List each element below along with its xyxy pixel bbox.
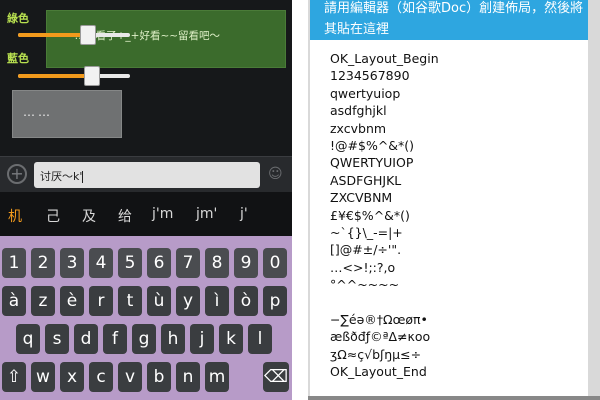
chat-bubble-gray: ……	[12, 90, 122, 138]
layout-line: zxcvbnm	[330, 120, 387, 136]
key[interactable]: l	[248, 324, 272, 354]
key[interactable]: w	[31, 362, 55, 392]
keyboard-row-numbers: 1 2 3 4 5 6 7 8 9 0	[0, 248, 292, 280]
candidate-item[interactable]: 机	[8, 206, 22, 226]
key[interactable]: c	[89, 362, 113, 392]
key[interactable]: k	[219, 324, 243, 354]
keyboard-row-4: ⇧ w x c v b n m ⌫	[0, 362, 292, 394]
layout-line: qwertyuiop	[330, 85, 401, 101]
dialog-title: 請用編輯器（如谷歌Doc）創建佈局，然後將其貼在這裡	[324, 1, 584, 37]
layout-line: QWERTYUIOP	[330, 155, 414, 171]
candidate-item[interactable]: 及	[82, 206, 96, 226]
candidate-item[interactable]: j'	[240, 206, 248, 222]
key[interactable]: 7	[176, 248, 200, 278]
key[interactable]: à	[2, 286, 26, 316]
layout-line: 1234567890	[330, 68, 410, 84]
add-icon[interactable]: +	[7, 164, 27, 184]
key[interactable]: f	[103, 324, 127, 354]
layout-line: ASDFGHJKL	[330, 172, 402, 188]
slider-label-blue: 藍色	[7, 52, 29, 65]
keyboard-row-2: à z è r t ù y ì ò p	[0, 286, 292, 318]
key[interactable]: è	[60, 286, 84, 316]
key[interactable]: b	[147, 362, 171, 392]
candidate-item[interactable]: j'm	[152, 206, 173, 222]
layout-line: OK_Layout_Begin	[330, 51, 439, 66]
key[interactable]: p	[263, 286, 287, 316]
dialog-header: 請用編輯器（如谷歌Doc）創建佈局，然後將其貼在這裡	[310, 0, 588, 40]
chat-bubble-gray-text: ……	[23, 105, 53, 119]
message-input[interactable]: 讨厌～k'	[34, 162, 260, 188]
green-slider-fill	[18, 33, 88, 37]
green-slider[interactable]	[18, 25, 130, 45]
message-input-bar: + 讨厌～k' ☺	[0, 156, 292, 192]
blue-slider[interactable]	[18, 66, 130, 86]
layout-line: !@#$%^&*()	[330, 138, 415, 154]
screenshot-divider	[292, 0, 308, 400]
key[interactable]: j	[190, 324, 214, 354]
key[interactable]: 2	[31, 248, 55, 278]
key[interactable]: 4	[89, 248, 113, 278]
key[interactable]: 1	[2, 248, 26, 278]
candidate-item[interactable]: 己	[46, 206, 60, 226]
layout-line: ~`{}\_-=|+	[330, 225, 403, 241]
message-input-text: 讨厌～k'	[40, 170, 83, 183]
slider-label-green: 綠色	[7, 12, 29, 25]
layout-line: ʒΩ≈ç√bʃŋµ≤÷	[330, 346, 422, 362]
key[interactable]: ì	[205, 286, 229, 316]
key[interactable]: 8	[205, 248, 229, 278]
shift-key[interactable]: ⇧	[2, 362, 26, 392]
key[interactable]: 0	[263, 248, 287, 278]
key[interactable]: q	[16, 324, 40, 354]
key[interactable]: r	[89, 286, 113, 316]
layout-lines: OK_Layout_Begin 1234567890 qwertyuiop asdfg…	[330, 50, 439, 381]
blue-slider-thumb[interactable]	[84, 66, 100, 86]
layout-line: æßðđƒ©ªΔ≠κoo	[330, 329, 431, 345]
key[interactable]: t	[118, 286, 142, 316]
key[interactable]: ù	[147, 286, 171, 316]
key[interactable]: h	[161, 324, 185, 354]
layout-line: ZXCVBNM	[330, 190, 393, 206]
key[interactable]: s	[45, 324, 69, 354]
layout-text-area[interactable]: OK_Layout_Begin 1234567890 qwertyuiop asdfg…	[310, 40, 588, 400]
emoji-icon[interactable]: ☺	[268, 166, 283, 182]
key[interactable]: x	[60, 362, 84, 392]
layout-line: °^^~~~~	[330, 277, 400, 293]
chat-area: ~~…好看了+_+好看~~留看吧～ 綠色 藍色 ……	[0, 0, 292, 156]
key[interactable]: ò	[234, 286, 258, 316]
key[interactable]: y	[176, 286, 200, 316]
layout-line: OK_Layout_End	[330, 364, 427, 380]
key[interactable]: 6	[147, 248, 171, 278]
key[interactable]: z	[31, 286, 55, 316]
layout-line: asdfghjkl	[330, 103, 387, 119]
layout-line: …<>!;:?,o	[330, 259, 396, 275]
layout-line: −∑éə®†Ωœøπ•	[330, 312, 428, 328]
delete-key[interactable]: ⌫	[263, 362, 289, 392]
right-screenshot: 請用編輯器（如谷歌Doc）創建佈局，然後將其貼在這裡 OK_Layout_Beg…	[308, 0, 600, 400]
left-screenshot: ~~…好看了+_+好看~~留看吧～ 綠色 藍色 …… + 讨厌～k' ☺ 机 己…	[0, 0, 292, 400]
keyboard-row-3: q s d f g h j k l	[0, 324, 292, 356]
key[interactable]: v	[118, 362, 142, 392]
candidate-bar: 机 己 及 给 j'm jm' j'	[0, 192, 292, 236]
text-cursor	[82, 171, 84, 183]
candidate-item[interactable]: 给	[118, 206, 132, 226]
candidate-item[interactable]: jm'	[196, 206, 217, 222]
key[interactable]: 9	[234, 248, 258, 278]
layout-line: £¥€$%^&*()	[330, 207, 410, 223]
green-slider-thumb[interactable]	[80, 25, 96, 45]
key[interactable]: m	[205, 362, 229, 392]
key[interactable]: n	[176, 362, 200, 392]
key[interactable]: 5	[118, 248, 142, 278]
key[interactable]: g	[132, 324, 156, 354]
bottom-bar	[308, 396, 600, 400]
blue-slider-fill	[18, 74, 92, 78]
key[interactable]: d	[74, 324, 98, 354]
key[interactable]: 3	[60, 248, 84, 278]
layout-line	[330, 294, 439, 311]
layout-line: []@#±/÷'".	[330, 242, 402, 258]
soft-keyboard: 1 2 3 4 5 6 7 8 9 0 à z è r t ù y ì ò p …	[0, 236, 292, 400]
